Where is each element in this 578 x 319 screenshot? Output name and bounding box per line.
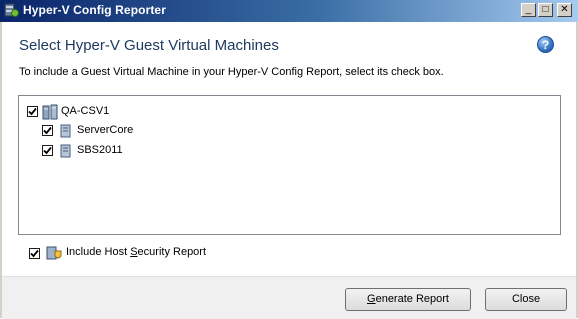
vm-checkbox[interactable] [42,125,53,136]
label-suffix: ecurity Report [137,246,207,258]
close-icon: ✕ [560,4,569,15]
title-bar[interactable]: Hyper-V Config Reporter _ □ ✕ [0,0,578,22]
dialog-footer: Generate Report Close [2,276,576,319]
close-button[interactable]: Close [485,288,567,311]
minimize-button[interactable]: _ [521,3,536,17]
security-shield-icon [46,246,62,260]
window-frame-left [0,22,2,318]
server-cluster-icon [42,104,58,120]
help-glyph: ? [541,38,550,52]
host-checkbox[interactable] [27,106,38,117]
virtual-machine-icon [60,124,71,138]
tree-node-label: SBS2011 [77,144,123,156]
button-mnemonic: G [367,293,376,305]
button-label: enerate Report [375,293,449,305]
generate-report-button[interactable]: Generate Report [345,288,471,311]
label-prefix: Include Host [66,246,131,258]
tree-node-vm[interactable]: SBS2011 [42,143,202,159]
maximize-icon: □ [542,4,549,15]
checkmark-icon [43,126,52,135]
tree-node-label: QA-CSV1 [61,105,110,117]
tree-node-host[interactable]: QA-CSV1 [27,104,227,120]
tree-node-vm[interactable]: ServerCore [42,123,202,139]
include-host-security-option[interactable]: Include Host Security Report [29,245,329,261]
page-title: Select Hyper-V Guest Virtual Machines [19,37,279,54]
checkmark-icon [30,249,39,258]
window-title: Hyper-V Config Reporter [23,3,166,17]
include-host-security-checkbox[interactable] [29,248,40,259]
help-icon[interactable]: ? [537,36,554,53]
vm-checkbox[interactable] [42,145,53,156]
label-mnemonic: S [130,246,138,258]
virtual-machine-icon [60,144,71,158]
checkmark-icon [43,146,52,155]
app-icon [4,3,19,17]
vm-tree-view[interactable]: QA-CSV1 ServerCore SBS2011 [18,95,561,235]
checkmark-icon [28,107,37,116]
minimize-icon: _ [525,4,532,15]
tree-node-label: ServerCore [77,124,134,136]
include-host-security-label: Include Host Security Report [66,246,206,258]
instruction-text: To include a Guest Virtual Machine in yo… [19,66,444,78]
maximize-button[interactable]: □ [538,3,553,17]
close-window-button[interactable]: ✕ [557,3,572,17]
